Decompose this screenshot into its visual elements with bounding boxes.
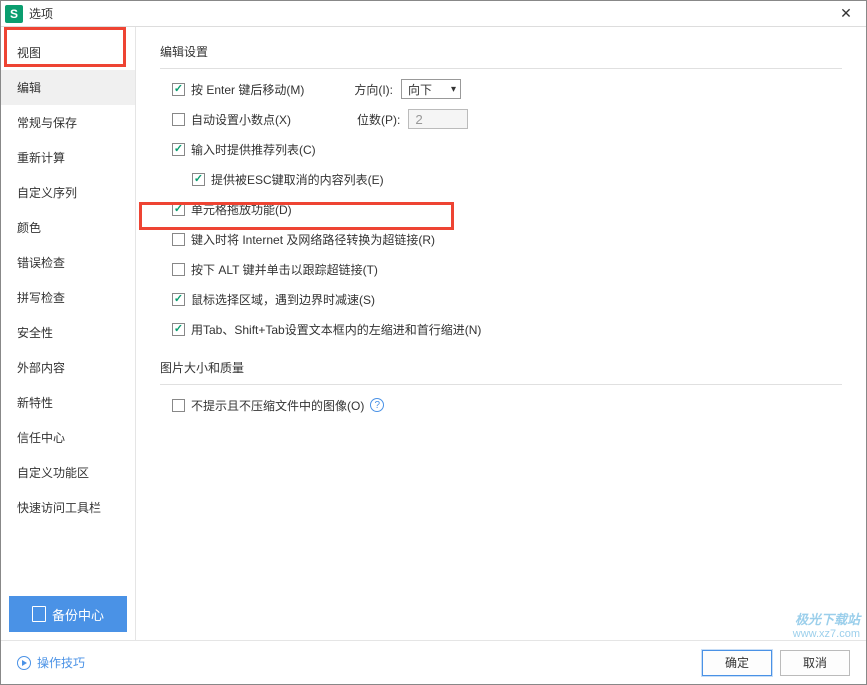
checkbox-mouse-select-slow[interactable]: [172, 293, 185, 306]
sidebar-item-custom-series[interactable]: 自定义序列: [1, 175, 135, 210]
edit-section-title: 编辑设置: [160, 43, 842, 60]
places-input: [408, 109, 468, 129]
sidebar-item-quick-access[interactable]: 快速访问工具栏: [1, 490, 135, 525]
tips-label: 操作技巧: [37, 654, 85, 671]
label-enter-move[interactable]: 按 Enter 键后移动(M): [191, 81, 304, 98]
label-mouse-select-slow[interactable]: 鼠标选择区域，遇到边界时减速(S): [191, 291, 375, 308]
sidebar-item-external[interactable]: 外部内容: [1, 350, 135, 385]
sidebar-item-spell-check[interactable]: 拼写检查: [1, 280, 135, 315]
image-section-title: 图片大小和质量: [160, 359, 842, 376]
sidebar-item-security[interactable]: 安全性: [1, 315, 135, 350]
backup-center-label: 备份中心: [52, 605, 104, 624]
sidebar-item-edit[interactable]: 编辑: [1, 70, 135, 105]
checkbox-internet-hyperlink[interactable]: [172, 233, 185, 246]
sidebar-item-error-check[interactable]: 错误检查: [1, 245, 135, 280]
label-internet-hyperlink[interactable]: 键入时将 Internet 及网络路径转换为超链接(R): [191, 231, 435, 248]
sidebar-item-color[interactable]: 颜色: [1, 210, 135, 245]
tips-link[interactable]: 操作技巧: [17, 654, 85, 671]
backup-center-button[interactable]: 备份中心: [9, 596, 127, 632]
direction-select[interactable]: 向下: [401, 79, 461, 99]
ok-button[interactable]: 确定: [702, 650, 772, 676]
divider: [160, 384, 842, 385]
app-icon: S: [5, 5, 23, 23]
sidebar-item-newfeature[interactable]: 新特性: [1, 385, 135, 420]
sidebar-item-trust-center[interactable]: 信任中心: [1, 420, 135, 455]
label-esc-cancel[interactable]: 提供被ESC键取消的内容列表(E): [211, 171, 384, 188]
checkbox-cell-drag[interactable]: [172, 203, 185, 216]
checkbox-esc-cancel[interactable]: [192, 173, 205, 186]
checkbox-auto-decimal[interactable]: [172, 113, 185, 126]
titlebar: S 选项 ✕: [1, 1, 866, 27]
content-panel: 编辑设置 按 Enter 键后移动(M) 方向(I): 向下: [136, 27, 866, 640]
label-auto-decimal[interactable]: 自动设置小数点(X): [191, 111, 291, 128]
window-title: 选项: [29, 5, 826, 22]
sidebar: 视图 编辑 常规与保存 重新计算 自定义序列 颜色 错误检查 拼写检查 安全性 …: [1, 27, 136, 640]
sidebar-item-general-save[interactable]: 常规与保存: [1, 105, 135, 140]
places-label: 位数(P):: [357, 111, 400, 128]
document-icon: [32, 606, 46, 622]
checkbox-enter-move[interactable]: [172, 83, 185, 96]
checkbox-input-recommend[interactable]: [172, 143, 185, 156]
sidebar-item-view[interactable]: 视图: [1, 35, 135, 70]
checkbox-tab-indent[interactable]: [172, 323, 185, 336]
checkbox-alt-click-link[interactable]: [172, 263, 185, 276]
divider: [160, 68, 842, 69]
label-tab-indent[interactable]: 用Tab、Shift+Tab设置文本框内的左缩进和首行缩进(N): [191, 321, 481, 338]
close-button[interactable]: ✕: [826, 1, 866, 27]
sidebar-item-custom-ribbon[interactable]: 自定义功能区: [1, 455, 135, 490]
footer: 操作技巧 确定 取消: [1, 640, 866, 684]
play-icon: [17, 656, 31, 670]
cancel-button[interactable]: 取消: [780, 650, 850, 676]
label-input-recommend[interactable]: 输入时提供推荐列表(C): [191, 141, 316, 158]
label-cell-drag[interactable]: 单元格拖放功能(D): [191, 201, 292, 218]
label-no-compress-image[interactable]: 不提示且不压缩文件中的图像(O): [191, 397, 364, 414]
direction-label: 方向(I):: [354, 81, 393, 98]
sidebar-item-recalc[interactable]: 重新计算: [1, 140, 135, 175]
checkbox-no-compress-image[interactable]: [172, 399, 185, 412]
help-icon[interactable]: ?: [370, 398, 384, 412]
label-alt-click-link[interactable]: 按下 ALT 键并单击以跟踪超链接(T): [191, 261, 378, 278]
direction-value: 向下: [408, 81, 432, 98]
